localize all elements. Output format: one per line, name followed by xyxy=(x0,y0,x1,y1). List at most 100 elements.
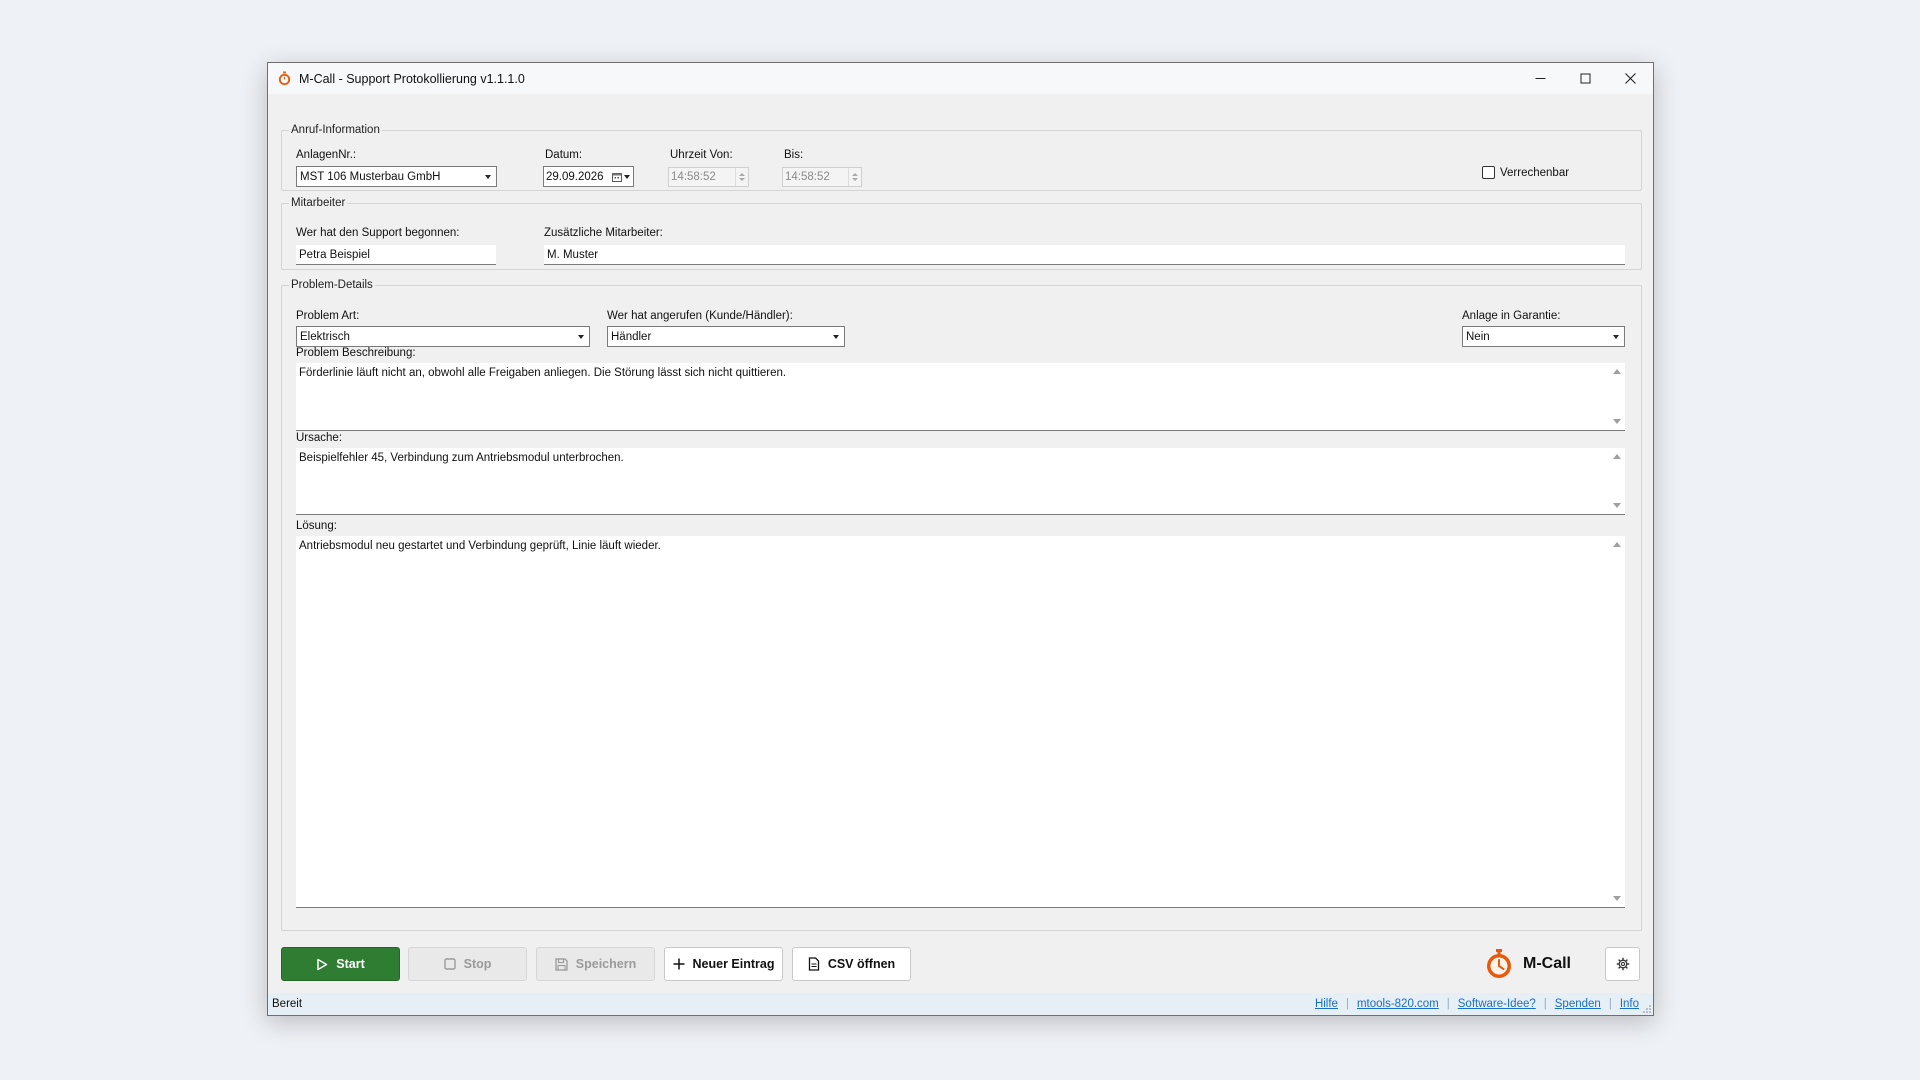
chevron-down-icon xyxy=(828,327,844,346)
link-separator: | xyxy=(1345,998,1349,1010)
settings-button[interactable] xyxy=(1605,947,1640,981)
cause-scrollbar[interactable] xyxy=(1608,448,1625,514)
additional-staff-label: Zusätzliche Mitarbeiter: xyxy=(544,227,663,239)
verrechenbar-checkbox[interactable]: Verrechenbar xyxy=(1482,166,1569,179)
bis-label: Bis: xyxy=(784,149,804,161)
checkbox-box[interactable] xyxy=(1482,166,1495,179)
chevron-down-icon xyxy=(573,327,589,346)
datum-label: Datum: xyxy=(545,149,583,161)
problem-art-select[interactable]: Elektrisch xyxy=(296,326,590,347)
problem-art-label: Problem Art: xyxy=(296,310,360,322)
save-button[interactable]: Speichern xyxy=(536,947,655,981)
play-icon xyxy=(317,958,328,970)
main-window: M-Call - Support Protokollierung v1.1.1.… xyxy=(267,62,1654,1016)
link-separator: | xyxy=(1543,998,1547,1010)
title-bar[interactable]: M-Call - Support Protokollierung v1.1.1.… xyxy=(268,63,1653,94)
warranty-value: Nein xyxy=(1466,330,1490,343)
additional-staff-field[interactable]: M. Muster xyxy=(544,245,1625,265)
problem-legend: Problem-Details xyxy=(289,278,375,292)
description-label: Problem Beschreibung: xyxy=(296,347,416,359)
gear-icon xyxy=(1616,957,1629,971)
description-scrollbar[interactable] xyxy=(1608,363,1625,430)
anlage-value: MST 106 Musterbau GmbH xyxy=(300,170,441,183)
call-info-legend: Anruf-Information xyxy=(289,123,382,137)
additional-staff-value: M. Muster xyxy=(547,248,599,261)
close-icon xyxy=(1625,73,1636,84)
window-title: M-Call - Support Protokollierung v1.1.1.… xyxy=(299,71,525,86)
link-separator: | xyxy=(1608,998,1612,1010)
caller-select[interactable]: Händler xyxy=(607,326,845,347)
chevron-down-icon xyxy=(1608,327,1624,346)
cause-label: Ursache: xyxy=(296,432,343,444)
close-button[interactable] xyxy=(1608,63,1653,94)
stop-icon xyxy=(443,958,456,970)
warranty-label: Anlage in Garantie: xyxy=(1462,310,1561,322)
scroll-up-icon[interactable] xyxy=(1612,369,1621,374)
solution-value: Antriebsmodul neu gestartet und Verbindu… xyxy=(299,540,661,552)
anlage-select[interactable]: MST 106 Musterbau GmbH xyxy=(296,166,497,187)
save-label: Speichern xyxy=(575,957,637,971)
scroll-up-icon[interactable] xyxy=(1612,454,1621,459)
calendar-icon[interactable] xyxy=(612,172,633,182)
floppy-disk-icon xyxy=(555,957,568,971)
stop-label: Stop xyxy=(463,957,492,971)
open-csv-button[interactable]: CSV öffnen xyxy=(792,947,911,981)
info-link[interactable]: Info xyxy=(1620,998,1639,1010)
maximize-button[interactable] xyxy=(1563,63,1608,94)
solution-textarea[interactable]: Antriebsmodul neu gestartet und Verbindu… xyxy=(296,536,1625,908)
cause-textarea[interactable]: Beispielfehler 45, Verbindung zum Antrie… xyxy=(296,448,1625,515)
caller-label: Wer hat angerufen (Kunde/Händler): xyxy=(607,310,793,322)
bis-time-input[interactable]: 14:58:52 xyxy=(782,167,862,187)
website-link[interactable]: mtools-820.com xyxy=(1357,998,1439,1010)
resize-grip-icon[interactable] xyxy=(1643,1005,1651,1013)
anlage-label: AnlagenNr.: xyxy=(296,149,357,161)
staff-legend: Mitarbeiter xyxy=(289,196,348,210)
scroll-down-icon[interactable] xyxy=(1612,419,1621,424)
link-separator: | xyxy=(1446,998,1450,1010)
started-by-field[interactable]: Petra Beispiel xyxy=(296,245,496,265)
minimize-icon xyxy=(1535,78,1546,79)
minimize-button[interactable] xyxy=(1518,63,1563,94)
von-time-input[interactable]: 14:58:52 xyxy=(668,167,749,187)
solution-scrollbar[interactable] xyxy=(1608,536,1625,907)
description-value: Förderlinie läuft nicht an, obwohl alle … xyxy=(299,367,787,379)
stopwatch-logo-icon xyxy=(1487,949,1511,978)
help-link[interactable]: Hilfe xyxy=(1315,998,1338,1010)
datum-value: 29.09.2026 xyxy=(546,170,604,183)
stop-button[interactable]: Stop xyxy=(408,947,527,981)
maximize-icon xyxy=(1580,73,1591,84)
caller-value: Händler xyxy=(611,330,652,343)
new-entry-button[interactable]: Neuer Eintrag xyxy=(664,947,783,981)
logo-text: M-Call xyxy=(1523,955,1571,972)
donate-link[interactable]: Spenden xyxy=(1555,998,1601,1010)
bis-value: 14:58:52 xyxy=(785,171,830,183)
start-button[interactable]: Start xyxy=(281,947,400,981)
spin-buttons-icon[interactable] xyxy=(735,168,748,186)
started-by-value: Petra Beispiel xyxy=(299,248,370,261)
started-by-label: Wer hat den Support begonnen: xyxy=(296,227,460,239)
problem-details-group: Problem-Details Problem Art: Elektrisch … xyxy=(281,278,1642,931)
status-bar: Bereit Hilfe | mtools-820.com | Software… xyxy=(268,993,1653,1015)
scroll-up-icon[interactable] xyxy=(1612,542,1621,547)
file-icon xyxy=(808,957,819,971)
verrechenbar-label: Verrechenbar xyxy=(1500,166,1570,179)
description-textarea[interactable]: Förderlinie läuft nicht an, obwohl alle … xyxy=(296,363,1625,431)
scroll-down-icon[interactable] xyxy=(1612,503,1621,508)
problem-art-value: Elektrisch xyxy=(300,330,350,343)
spin-buttons-icon[interactable] xyxy=(848,168,861,186)
call-info-group: Anruf-Information AnlagenNr.: MST 106 Mu… xyxy=(281,123,1642,191)
scroll-down-icon[interactable] xyxy=(1612,896,1621,901)
software-idea-link[interactable]: Software-Idee? xyxy=(1458,998,1536,1010)
cause-value: Beispielfehler 45, Verbindung zum Antrie… xyxy=(299,452,624,464)
status-text: Bereit xyxy=(272,998,303,1010)
start-label: Start xyxy=(336,957,365,971)
staff-group: Mitarbeiter Wer hat den Support begonnen… xyxy=(281,196,1642,270)
solution-label: Lösung: xyxy=(296,520,337,532)
mcall-logo: M-Call xyxy=(1485,947,1571,981)
open-csv-label: CSV öffnen xyxy=(827,957,896,971)
new-entry-label: Neuer Eintrag xyxy=(692,957,775,971)
chevron-down-icon xyxy=(480,167,496,186)
plus-icon xyxy=(673,958,685,970)
datum-picker[interactable]: 29.09.2026 xyxy=(543,166,634,187)
warranty-select[interactable]: Nein xyxy=(1462,326,1625,347)
